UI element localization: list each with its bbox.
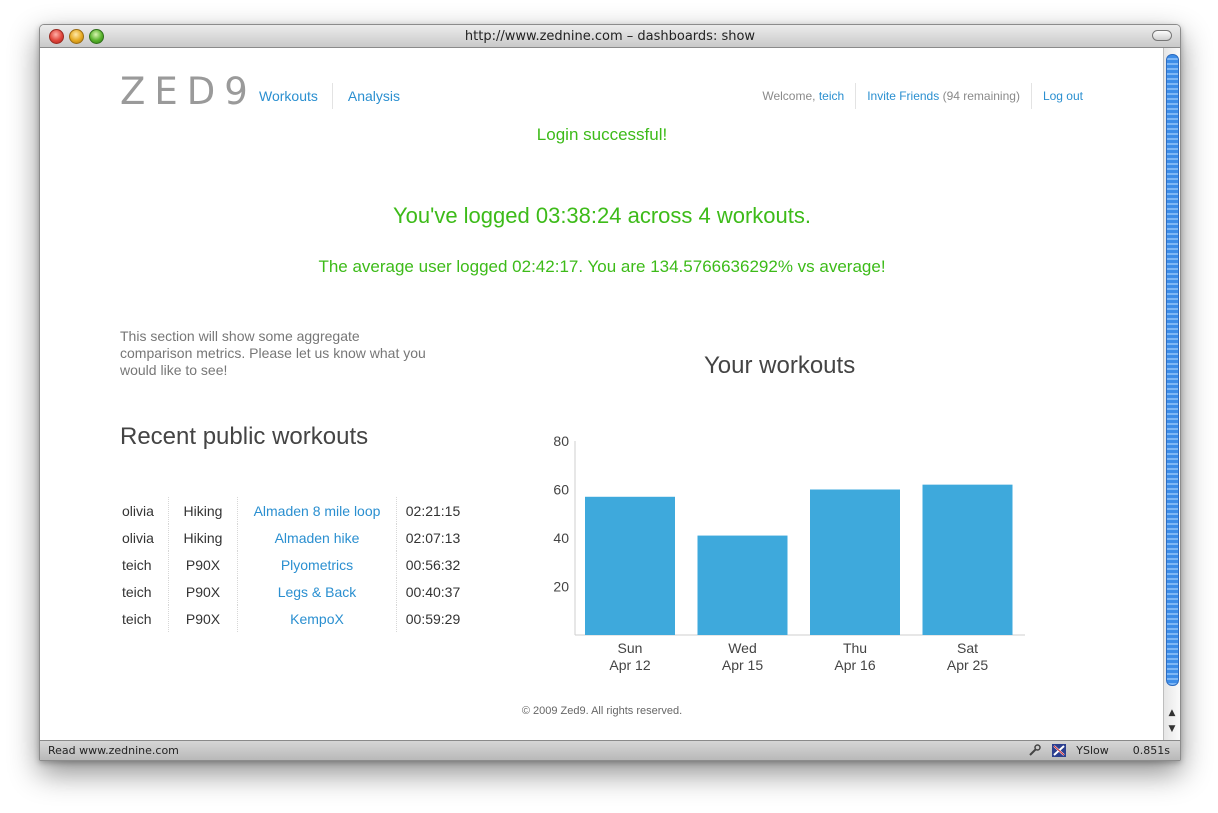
footer-copyright: © 2009 Zed9. All rights reserved. bbox=[521, 705, 683, 717]
x-tick-label: Apr 12 bbox=[609, 657, 650, 673]
x-tick-label: Apr 16 bbox=[834, 657, 875, 673]
load-time: 0.851s bbox=[1132, 744, 1170, 757]
browser-window: http://www.zednine.com – dashboards: sho… bbox=[39, 24, 1181, 761]
workout-duration-cell: 00:59:29 bbox=[405, 610, 461, 627]
x-tick-label: Sun bbox=[618, 640, 643, 656]
chart-bar[interactable] bbox=[585, 496, 675, 635]
welcome-prefix: Welcome, bbox=[762, 89, 816, 103]
workout-name-cell: KempoX bbox=[237, 605, 397, 632]
window-title: http://www.zednine.com – dashboards: sho… bbox=[464, 29, 756, 44]
title-bar: http://www.zednine.com – dashboards: sho… bbox=[40, 25, 1180, 48]
workout-name-link[interactable]: Plyometrics bbox=[281, 557, 353, 573]
workout-user-cell: olivia bbox=[120, 497, 169, 524]
x-tick-label: Thu bbox=[843, 640, 867, 656]
table-row: teich P90X Legs & Back 00:40:37 bbox=[120, 578, 469, 605]
table-row: olivia Hiking Almaden hike 02:07:13 bbox=[120, 524, 469, 551]
table-row: teich P90X Plyometrics 00:56:32 bbox=[120, 551, 469, 578]
workout-name-link[interactable]: Legs & Back bbox=[278, 584, 357, 600]
yslow-icon[interactable] bbox=[1052, 744, 1067, 757]
recent-workouts-title: Recent public workouts bbox=[120, 423, 369, 450]
workout-type-cell: P90X bbox=[168, 605, 238, 632]
x-tick-label: Apr 15 bbox=[722, 657, 763, 673]
y-tick-label: 60 bbox=[553, 482, 569, 498]
workout-user-cell: teich bbox=[120, 551, 169, 578]
yslow-label[interactable]: YSlow bbox=[1076, 744, 1108, 757]
scrollbar-thumb[interactable] bbox=[1166, 54, 1179, 686]
scroll-up-arrow-icon[interactable]: ▲ bbox=[1164, 706, 1180, 720]
workout-name-cell: Legs & Back bbox=[237, 578, 397, 605]
user-nav-divider bbox=[1030, 83, 1032, 109]
status-text: Read www.zednine.com bbox=[48, 744, 179, 757]
workout-type-cell: Hiking bbox=[168, 497, 238, 524]
x-tick-label: Apr 25 bbox=[947, 657, 988, 673]
workout-name-link[interactable]: Almaden hike bbox=[275, 530, 360, 546]
workout-type-cell: P90X bbox=[168, 551, 238, 578]
workout-duration-cell: 00:56:32 bbox=[405, 556, 461, 573]
status-bar: Read www.zednine.com YSlow 0.851s bbox=[40, 740, 1180, 760]
table-row: teich P90X KempoX 00:59:29 bbox=[120, 605, 469, 632]
logout-link[interactable]: Log out bbox=[1043, 89, 1083, 109]
nav-workouts-link[interactable]: Workouts bbox=[259, 88, 318, 109]
user-nav-divider bbox=[855, 83, 857, 109]
chart-bar[interactable] bbox=[810, 489, 900, 636]
workout-user-cell: olivia bbox=[120, 524, 169, 551]
wrench-icon[interactable] bbox=[1028, 744, 1042, 757]
workout-user-cell: teich bbox=[120, 578, 169, 605]
workout-duration-cell: 00:40:37 bbox=[405, 583, 461, 600]
workout-name-cell: Plyometrics bbox=[237, 551, 397, 578]
recent-workouts-table: olivia Hiking Almaden 8 mile loop 02:21:15 o… bbox=[120, 497, 469, 632]
invite-group: Invite Friends (94 remaining) bbox=[867, 89, 1020, 109]
workout-duration-cell: 02:21:15 bbox=[405, 502, 461, 519]
workout-name-link[interactable]: KempoX bbox=[290, 611, 344, 627]
workout-name-cell: Almaden 8 mile loop bbox=[237, 497, 397, 524]
nav-analysis-link[interactable]: Analysis bbox=[348, 88, 400, 109]
summary-average: The average user logged 02:42:17. You ar… bbox=[318, 257, 886, 276]
workout-type-cell: P90X bbox=[168, 578, 238, 605]
toolbar-toggle-button[interactable] bbox=[1152, 30, 1172, 41]
workout-duration-cell: 02:07:13 bbox=[405, 529, 461, 546]
x-tick-label: Sat bbox=[957, 640, 978, 656]
welcome-text: Welcome, teich bbox=[762, 89, 844, 109]
workout-user-cell: teich bbox=[120, 605, 169, 632]
username-link[interactable]: teich bbox=[819, 89, 844, 103]
workout-name-link[interactable]: Almaden 8 mile loop bbox=[254, 503, 381, 519]
y-tick-label: 20 bbox=[553, 579, 569, 595]
x-tick-label: Wed bbox=[728, 640, 757, 656]
chart-bar[interactable] bbox=[922, 484, 1013, 635]
flash-message: Login successful! bbox=[536, 125, 668, 144]
workouts-bar-chart: 20 40 60 80 SunApr 12 WedApr 15 ThuApr 16 SatAp… bbox=[553, 433, 1025, 673]
intro-text: This section will show some aggregate co… bbox=[120, 328, 426, 378]
workout-name-cell: Almaden hike bbox=[237, 524, 397, 551]
main-nav: Workouts Analysis bbox=[259, 83, 400, 109]
page-content: ZED9 Workouts Analysis Welcome, teich In… bbox=[40, 48, 1164, 740]
status-extensions: YSlow 0.851s bbox=[1028, 744, 1170, 757]
table-row: olivia Hiking Almaden 8 mile loop 02:21:15 bbox=[120, 497, 469, 524]
chart-bar[interactable] bbox=[697, 535, 788, 635]
workout-type-cell: Hiking bbox=[168, 524, 238, 551]
y-tick-label: 80 bbox=[553, 433, 569, 449]
invite-friends-link[interactable]: Invite Friends bbox=[867, 89, 939, 103]
scroll-down-arrow-icon[interactable]: ▼ bbox=[1164, 722, 1180, 736]
y-tick-label: 40 bbox=[553, 530, 569, 546]
vertical-scrollbar[interactable]: ▲ ▼ bbox=[1163, 48, 1180, 740]
logo[interactable]: ZED9 bbox=[120, 70, 257, 113]
chart-title: Your workouts bbox=[704, 352, 856, 379]
user-nav: Welcome, teich Invite Friends (94 remain… bbox=[762, 83, 1083, 109]
invite-remaining: (94 remaining) bbox=[942, 89, 1020, 103]
nav-divider bbox=[331, 83, 333, 109]
summary-headline: You've logged 03:38:24 across 4 workouts… bbox=[393, 203, 811, 228]
